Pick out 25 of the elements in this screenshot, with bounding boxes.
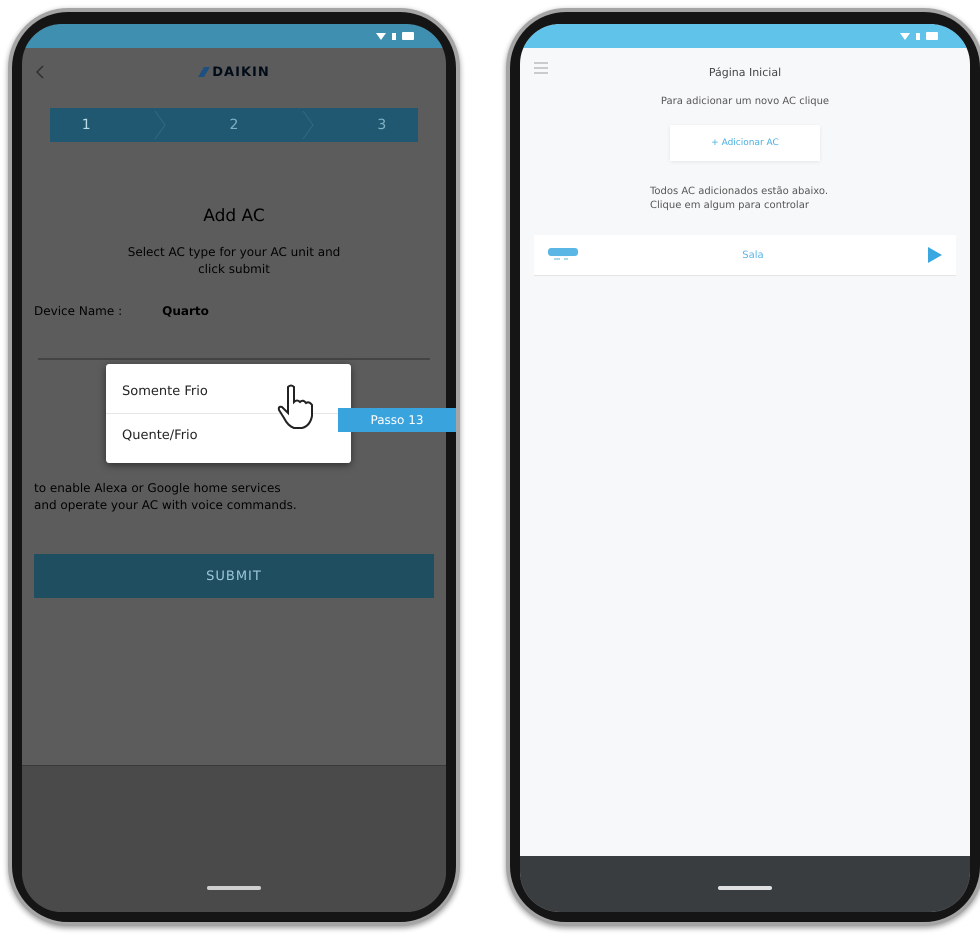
back-icon[interactable] xyxy=(36,65,44,79)
home-indicator xyxy=(718,886,772,890)
play-icon[interactable] xyxy=(928,247,942,263)
status-icons xyxy=(376,31,416,41)
add-prompt-text: Para adicionar um novo AC clique xyxy=(660,96,830,107)
hand-cursor-icon xyxy=(276,384,316,430)
page-title: Página Inicial xyxy=(708,66,782,78)
page-title: Add AC xyxy=(202,206,266,226)
status-icons xyxy=(900,31,940,41)
air-conditioner-icon xyxy=(548,248,578,262)
home-indicator xyxy=(207,886,261,890)
device-name-label: Device Name : xyxy=(34,304,122,318)
instructions-text: Select AC type for your AC unit and click submit xyxy=(126,244,342,278)
submit-button[interactable]: SUBMIT xyxy=(34,554,434,598)
menu-icon[interactable] xyxy=(534,62,548,74)
step-tooltip: Passo 13 xyxy=(338,408,456,432)
device-name: Sala xyxy=(742,250,764,260)
step-number: 1 xyxy=(82,117,91,133)
brand-logo: DAIKIN xyxy=(198,64,270,80)
step-number: 3 xyxy=(377,117,386,133)
add-ac-button[interactable]: + Adicionar AC xyxy=(670,125,820,161)
list-hint-text: Todos AC adicionados estão abaixo. Clique em algum para controlar xyxy=(650,185,829,213)
note-text: to enable Alexa or Google home services and operate your AC with voice commands. xyxy=(34,480,298,514)
device-name-value: Quarto xyxy=(162,304,209,318)
step-number: 2 xyxy=(230,117,238,133)
